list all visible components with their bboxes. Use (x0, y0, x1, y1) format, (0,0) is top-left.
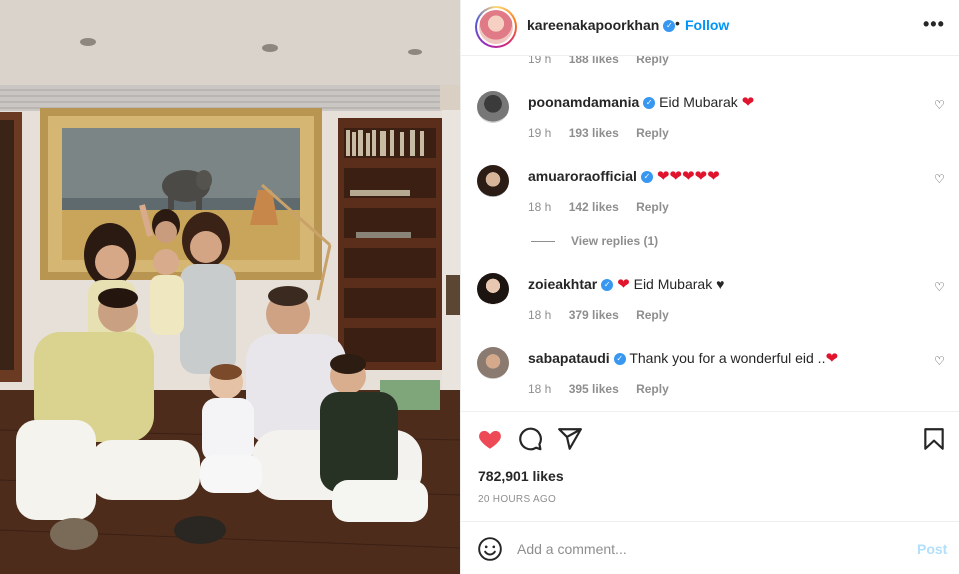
family-photo-illustration (0, 0, 460, 574)
post-comment-button[interactable]: Post (917, 541, 947, 557)
partial-comment-meta: 19 h 188 likes Reply (528, 56, 683, 66)
comment-likes[interactable]: 193 likes (569, 126, 619, 140)
comment-text: amuaroraofficial ✓ ❤❤❤❤❤ (528, 167, 720, 185)
author-avatar[interactable] (475, 6, 517, 48)
comment-item: poonamdamania ✓ Eid Mubarak ❤ 19 h 193 li… (461, 86, 959, 156)
smiley-icon[interactable] (477, 536, 503, 562)
comment-body: Eid Mubarak (659, 94, 742, 110)
comment-time: 19 h (528, 126, 552, 140)
comment-body: Thank you for a wonderful eid .. (629, 350, 826, 366)
commenter-username[interactable]: amuaroraofficial (528, 168, 637, 184)
commenter-username[interactable]: poonamdamania (528, 94, 639, 110)
likes-count[interactable]: 782,901 likes (478, 468, 564, 484)
like-comment-heart-icon[interactable]: ♡ (934, 172, 945, 186)
commenter-avatar[interactable] (477, 273, 509, 305)
comment-meta: 19 h 193 likes Reply (528, 126, 683, 140)
separator-dot: • (675, 15, 680, 31)
verified-badge-icon: ✓ (643, 97, 656, 110)
comment-body: Eid Mubarak ♥ (633, 276, 725, 292)
like-comment-heart-icon[interactable]: ♡ (934, 98, 945, 112)
reply-button[interactable]: Reply (636, 382, 669, 396)
comment-likes[interactable]: 142 likes (569, 200, 619, 214)
heart-emoji: ❤ (617, 276, 630, 293)
bookmark-icon[interactable] (921, 426, 947, 452)
follow-button[interactable]: Follow (685, 17, 729, 33)
reply-button[interactable]: Reply (636, 56, 669, 66)
reply-button[interactable]: Reply (636, 200, 669, 214)
comment-meta: 18 h 395 likes Reply (528, 382, 683, 396)
like-comment-heart-icon[interactable]: ♡ (934, 280, 945, 294)
add-comment-bar: Post (461, 521, 959, 574)
commenter-avatar[interactable] (477, 347, 509, 379)
comment-likes[interactable]: 188 likes (569, 56, 619, 66)
comment-meta: 18 h 379 likes Reply (528, 308, 683, 322)
commenter-avatar[interactable] (477, 91, 509, 123)
like-comment-heart-icon[interactable]: ♡ (934, 354, 945, 368)
heart-emoji: ❤❤❤❤❤ (656, 168, 720, 185)
comments-list[interactable]: 19 h 188 likes Reply poonamdamania ✓ Eid … (461, 56, 959, 411)
comment-item: sabapataudi ✓ Thank you for a wonderful e… (461, 342, 959, 411)
post-sidebar: kareenakapoorkhan ✓ • Follow ••• 19 h 188… (460, 0, 959, 574)
comment-likes[interactable]: 379 likes (569, 308, 619, 322)
post-header: kareenakapoorkhan ✓ • Follow ••• (461, 0, 959, 56)
post-time-ago[interactable]: 20 HOURS AGO (478, 494, 556, 505)
comment-text: poonamdamania ✓ Eid Mubarak ❤ (528, 93, 754, 111)
author-username-text[interactable]: kareenakapoorkhan (527, 17, 659, 33)
replies-divider-line (531, 241, 555, 243)
verified-badge-icon: ✓ (601, 279, 614, 292)
comment-time: 19 h (528, 56, 552, 66)
paper-plane-icon[interactable] (557, 426, 583, 452)
verified-badge-icon: ✓ (613, 353, 626, 366)
post-actions: 782,901 likes 20 HOURS AGO (461, 411, 959, 521)
commenter-username[interactable]: zoieakhtar (528, 276, 597, 292)
reply-button[interactable]: Reply (636, 308, 669, 322)
view-replies-button[interactable]: View replies (1) (531, 234, 658, 248)
comment-time: 18 h (528, 382, 552, 396)
comment-input[interactable] (517, 535, 897, 563)
comment-icon[interactable] (517, 426, 543, 452)
comment-text: zoieakhtar ✓ ❤ Eid Mubarak ♥ (528, 275, 724, 293)
comment-item: amuaroraofficial ✓ ❤❤❤❤❤ 18 h 142 likes R… (461, 160, 959, 230)
comment-meta: 18 h 142 likes Reply (528, 200, 683, 214)
comment-time: 18 h (528, 308, 552, 322)
verified-badge-icon: ✓ (663, 20, 676, 33)
comment-item: zoieakhtar ✓ ❤ Eid Mubarak ♥ 18 h 379 lik… (461, 268, 959, 338)
heart-emoji: ❤ (825, 350, 839, 367)
author-username[interactable]: kareenakapoorkhan ✓ (527, 17, 676, 33)
post-photo[interactable] (0, 0, 460, 574)
heart-filled-icon[interactable] (477, 426, 503, 452)
heart-emoji: ❤ (741, 94, 755, 111)
comment-text: sabapataudi ✓ Thank you for a wonderful e… (528, 349, 838, 367)
commenter-avatar[interactable] (477, 165, 509, 197)
verified-badge-icon: ✓ (640, 171, 653, 184)
comment-likes[interactable]: 395 likes (569, 382, 619, 396)
commenter-username[interactable]: sabapataudi (528, 350, 610, 366)
reply-button[interactable]: Reply (636, 126, 669, 140)
view-replies-label[interactable]: View replies (1) (571, 234, 658, 248)
more-horizontal-icon[interactable]: ••• (923, 14, 945, 35)
comment-time: 18 h (528, 200, 552, 214)
